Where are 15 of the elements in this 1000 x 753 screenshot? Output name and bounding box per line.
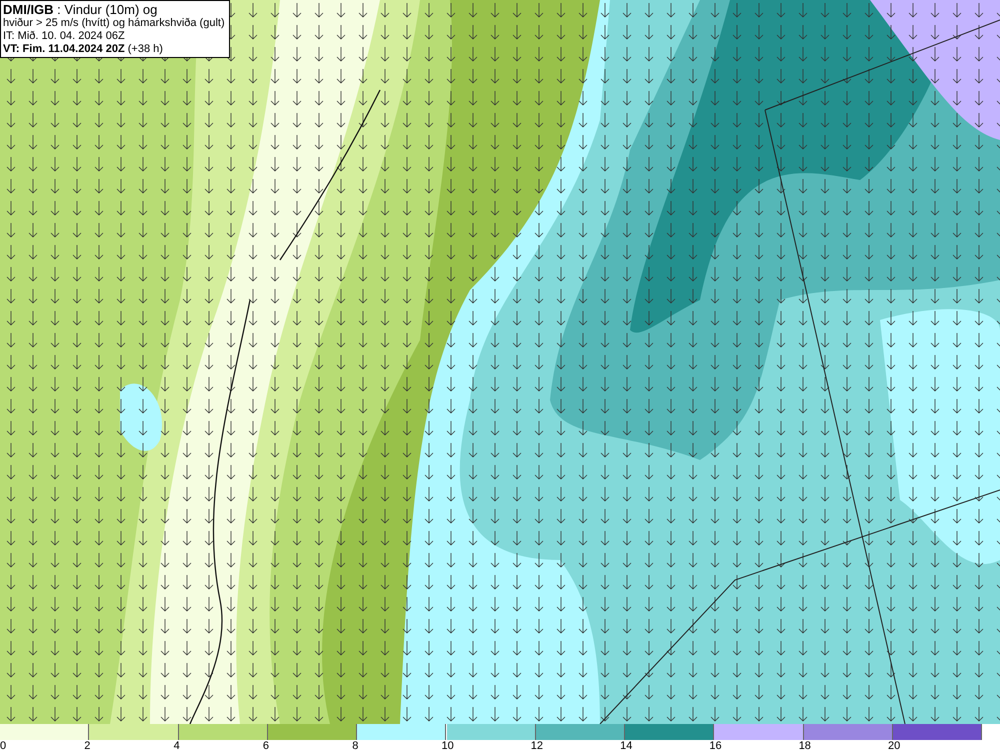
legend-label: 4 (174, 740, 180, 753)
legend-label: 10 (442, 740, 454, 753)
legend-label: 14 (620, 740, 632, 753)
legend-label: 12 (530, 740, 544, 753)
legend-label: 0 (0, 740, 6, 753)
info-text: DMI/IGB : Vindur (10m) og (3, 2, 158, 17)
legend-label: 2 (84, 740, 90, 753)
info-text: VT: Fim. 11.04.2024 20Z (+38 h) (3, 43, 164, 56)
legend-label: 18 (798, 740, 811, 753)
info-text: hviður > 25 m/s (hvítt) og hámarkshviða (gult) (3, 17, 226, 30)
legend-label: 20 (888, 740, 900, 753)
legend-label: 16 (709, 740, 722, 753)
info-text: IT: Mið. 10. 04. 2024 06Z (3, 30, 126, 43)
legend-label: 8 (352, 740, 358, 753)
legend-label: 6 (262, 740, 270, 753)
